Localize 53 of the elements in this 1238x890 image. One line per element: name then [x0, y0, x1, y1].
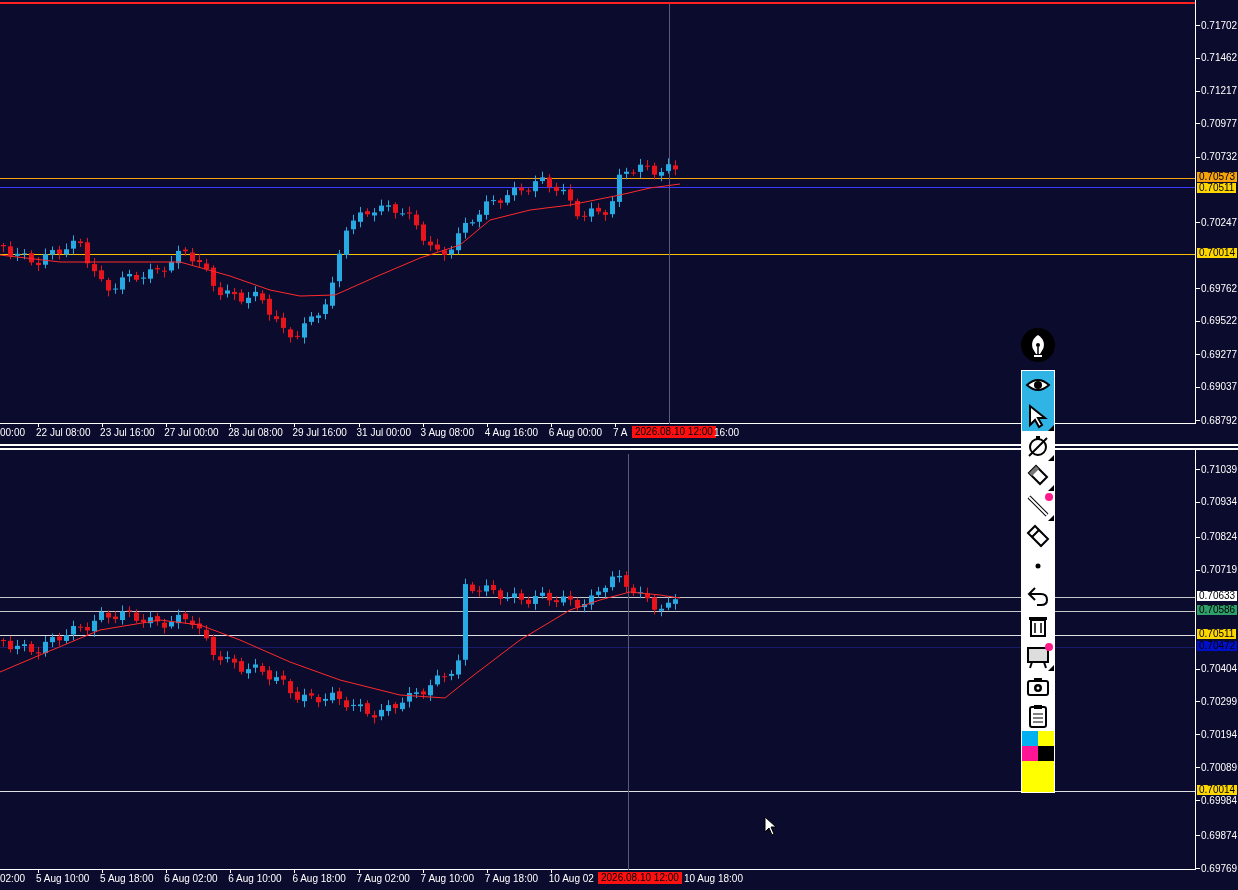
price-label: 0.69277 [1201, 349, 1238, 360]
time-label: 7 Aug 02:00 [356, 873, 410, 885]
time-label: 5 Aug 18:00 [100, 873, 154, 885]
price-label: 0.71039 [1201, 464, 1238, 475]
price-tag: 0.70586 [1197, 605, 1238, 616]
price-tag: 0.70014 [1197, 785, 1238, 795]
price-label: 0.69037 [1201, 382, 1238, 393]
price-label: 0.70247 [1201, 218, 1238, 228]
price-tag: 0.70511 [1197, 628, 1237, 639]
price-tag: 0.70472 [1197, 641, 1238, 652]
price-label: 0.69762 [1201, 283, 1238, 294]
time-label: 10 Aug 02 [548, 873, 594, 885]
price-label: 0.68792 [1201, 415, 1238, 426]
crosshair-time-tag: 2026.08.10 12:00 [598, 872, 682, 884]
price-label: 0.69522 [1201, 316, 1238, 327]
time-label: 10 Aug 18:00 [684, 873, 743, 885]
price-label: 0.69874 [1201, 830, 1238, 841]
price-label: 0.70732 [1201, 152, 1238, 163]
time-label: 29 Jul 16:00 [292, 427, 347, 439]
price-label: 0.70089 [1201, 762, 1238, 773]
price-label: 0.70719 [1201, 565, 1238, 576]
time-label: 02:00 [0, 873, 26, 885]
price-label: 0.70824 [1201, 532, 1238, 543]
time-label: 22 Jul 08:00 [36, 427, 91, 439]
time-label: 27 Jul 00:00 [164, 427, 219, 439]
price-tag: 0.70511 [1197, 183, 1237, 194]
time-label: 31 Jul 00:00 [356, 427, 411, 439]
time-label: 7 Aug 18:00 [484, 873, 539, 885]
time-label: 6 Aug 18:00 [292, 873, 346, 885]
time-label: 3 Aug 08:00 [420, 427, 474, 439]
time-label: 7 A [612, 427, 628, 439]
time-label: 00:00 [0, 427, 26, 439]
price-label: 0.71462 [1201, 53, 1238, 64]
time-label: 6 Aug 10:00 [228, 873, 282, 885]
time-label: 6 Aug 02:00 [164, 873, 218, 885]
price-label: 0.70404 [1201, 664, 1238, 674]
price-tag: 0.70573 [1197, 172, 1238, 183]
price-label: 0.70299 [1201, 697, 1238, 707]
price-label: 0.70934 [1201, 497, 1238, 508]
price-label: 0.69984 [1201, 795, 1238, 806]
time-label: 28 Jul 08:00 [228, 427, 283, 439]
time-label: 23 Jul 16:00 [100, 427, 155, 439]
price-tag: 0.70014 [1197, 248, 1238, 259]
time-label: 5 Aug 10:00 [36, 873, 90, 885]
time-label: 4 Aug 16:00 [484, 427, 539, 439]
price-label: 0.69769 [1201, 863, 1238, 874]
price-label: 0.70194 [1201, 729, 1238, 740]
price-label: 0.71702 [1201, 20, 1238, 31]
time-label: 7 Aug 10:00 [420, 873, 474, 885]
price-label: 0.71217 [1201, 86, 1238, 97]
price-label: 0.70977 [1201, 118, 1238, 129]
price-tag: 0.70633 [1197, 590, 1238, 601]
time-label: 6 Aug 00:00 [548, 427, 603, 439]
